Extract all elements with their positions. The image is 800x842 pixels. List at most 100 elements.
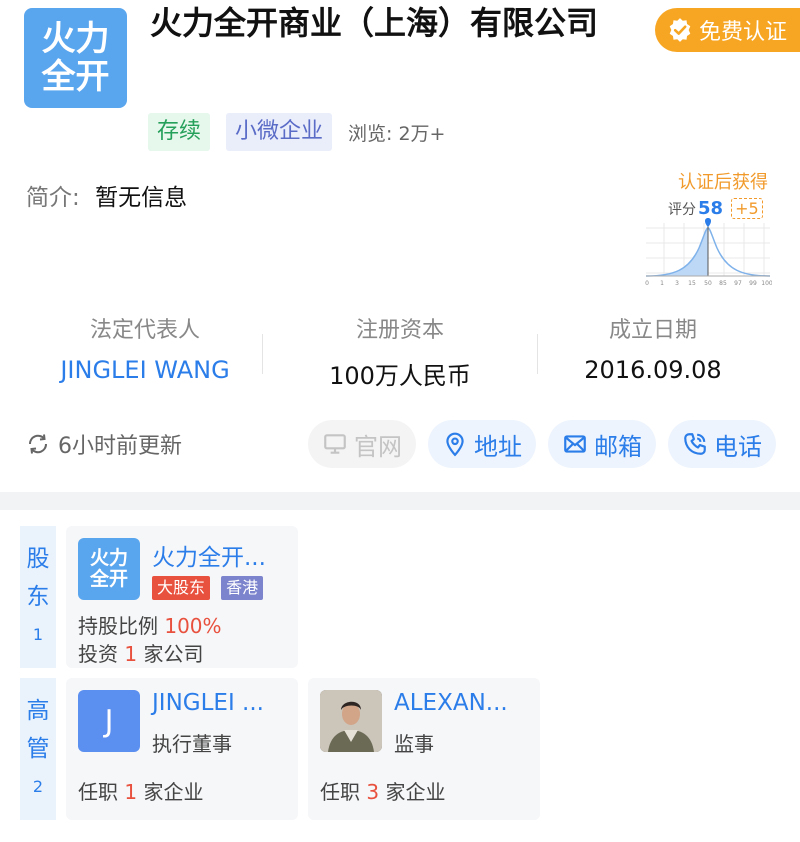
score-gain-label: 认证后获得 — [678, 172, 768, 193]
shareholder-name[interactable]: 火力全开... — [152, 538, 266, 572]
executive-card[interactable]: ALEXAN... 监事 任职 3 家企业 — [308, 678, 540, 820]
company-tags: 存续 小微企业 浏览: 2万+ — [148, 113, 445, 151]
invest-prefix: 投资 — [78, 642, 118, 666]
status-tag: 存续 — [148, 113, 211, 151]
person-photo-icon — [320, 690, 382, 752]
axis-tick: 3 — [675, 280, 679, 287]
website-button[interactable]: 官网 — [308, 420, 416, 468]
address-label: 地址 — [474, 432, 522, 461]
executive-role: 执行董事 — [152, 732, 232, 756]
column-divider — [537, 334, 538, 374]
avatar: J — [78, 690, 140, 752]
axis-tick: 50 — [704, 280, 712, 287]
ratio-label: 持股比例 — [78, 614, 158, 638]
intro-label: 简介: — [26, 185, 80, 211]
invest-suffix: 家公司 — [143, 642, 204, 666]
shareholding-ratio: 持股比例 100% — [78, 610, 222, 639]
capital-value: 100万人民币 — [329, 362, 471, 390]
view-count: 浏览: 2万+ — [348, 122, 446, 145]
shareholder-logo: 火力 全开 — [78, 538, 140, 600]
score-label: 评分 — [668, 201, 696, 218]
axis-tick: 0 — [645, 280, 649, 287]
executive-card[interactable]: J JINGLEI ... 执行董事 任职 1 家企业 — [66, 678, 298, 820]
region-badge: 香港 — [221, 576, 264, 600]
date-value: 2016.09.08 — [584, 356, 722, 384]
company-logo: 火力 全开 — [24, 8, 127, 108]
column-divider — [262, 334, 263, 374]
investment-count: 投资 1 家公司 — [78, 638, 203, 667]
date-column: 成立日期 2016.09.08 — [548, 312, 758, 384]
shareholders-tab[interactable]: 股 东 1 — [20, 526, 56, 668]
website-label: 官网 — [354, 432, 402, 461]
shareholder-logo-line1: 火力 — [89, 547, 128, 569]
legal-rep-label: 法定代表人 — [89, 318, 200, 343]
shareholder-logo-line2: 全开 — [89, 568, 128, 590]
company-intro: 简介: 暂无信息 — [26, 178, 187, 212]
avatar-letter: J — [104, 703, 114, 739]
update-status[interactable]: 6小时前更新 — [26, 428, 182, 460]
logo-text-line2: 全开 — [41, 57, 110, 97]
score-bonus: +5 — [731, 198, 763, 219]
action-buttons: 官网 地址 邮箱 电话 — [308, 420, 776, 468]
shareholders-count: 1 — [32, 625, 44, 644]
verified-check-icon — [669, 18, 691, 42]
major-shareholder-badge: 大股东 — [152, 576, 211, 600]
executives-count: 2 — [32, 777, 44, 796]
score-value: 58 — [698, 198, 724, 219]
capital-label: 注册资本 — [355, 318, 444, 343]
shareholder-badges: 大股东 香港 — [152, 576, 269, 600]
capital-column: 注册资本 100万人民币 — [295, 312, 505, 391]
date-label: 成立日期 — [608, 318, 697, 343]
job-prefix: 任职 — [320, 780, 360, 804]
executives-tab[interactable]: 高 管 2 — [20, 678, 56, 820]
job-suffix: 家企业 — [385, 780, 446, 804]
job-count: 1 — [124, 780, 138, 804]
email-button[interactable]: 邮箱 — [548, 420, 656, 468]
avatar-photo — [320, 690, 382, 752]
phone-label: 电话 — [714, 432, 762, 461]
free-verify-label: 免费认证 — [699, 20, 788, 45]
intro-value: 暂无信息 — [95, 185, 188, 211]
location-pin-icon — [446, 432, 464, 457]
ratio-value: 100% — [164, 614, 222, 638]
invest-count: 1 — [124, 642, 138, 666]
score-row: 评分 58 +5 — [668, 198, 763, 219]
job-count: 3 — [366, 780, 380, 804]
axis-tick: 100 — [761, 280, 772, 287]
free-verify-button[interactable]: 免费认证 — [655, 8, 800, 52]
executive-positions: 任职 3 家企业 — [320, 776, 445, 805]
executive-name[interactable]: ALEXAN... — [394, 690, 508, 716]
section-separator — [0, 492, 800, 510]
company-key-info: 法定代表人 JINGLEI WANG 注册资本 100万人民币 成立日期 201… — [0, 312, 800, 392]
axis-tick: 85 — [719, 280, 727, 287]
job-suffix: 家企业 — [143, 780, 204, 804]
score-widget[interactable]: 认证后获得 评分 58 +5 0 1 3 15 50 85 97 99 100 — [644, 168, 772, 288]
company-name: 火力全开商业（上海）有限公司 — [150, 4, 599, 42]
legal-rep-column: 法定代表人 JINGLEI WANG — [40, 312, 250, 384]
axis-tick: 97 — [734, 280, 742, 287]
executive-positions: 任职 1 家企业 — [78, 776, 203, 805]
shareholders-tab-char1: 股 — [26, 546, 50, 572]
score-marker-icon — [705, 218, 711, 227]
monitor-icon — [324, 434, 346, 454]
axis-tick: 15 — [688, 280, 696, 287]
legal-rep-link[interactable]: JINGLEI WANG — [40, 356, 250, 384]
phone-button[interactable]: 电话 — [668, 420, 776, 468]
shareholders-tab-char2: 东 — [26, 584, 50, 610]
executive-name[interactable]: JINGLEI ... — [152, 690, 264, 716]
mail-icon — [564, 435, 586, 453]
axis-tick: 1 — [660, 280, 664, 287]
executives-tab-char2: 管 — [26, 736, 50, 762]
shareholder-card[interactable]: 火力 全开 火力全开... 大股东 香港 持股比例 100% 投资 1 家公司 — [66, 526, 298, 668]
scale-tag: 小微企业 — [226, 113, 333, 151]
refresh-icon — [28, 434, 48, 454]
score-distribution-chart: 0 1 3 15 50 85 97 99 100 — [645, 218, 772, 287]
email-label: 邮箱 — [594, 432, 642, 461]
executive-role: 监事 — [394, 732, 434, 756]
executives-tab-char1: 高 — [26, 698, 50, 724]
update-text: 6小时前更新 — [58, 434, 182, 459]
logo-text-line1: 火力 — [41, 19, 110, 59]
job-prefix: 任职 — [78, 780, 118, 804]
phone-icon — [684, 433, 706, 455]
address-button[interactable]: 地址 — [428, 420, 536, 468]
